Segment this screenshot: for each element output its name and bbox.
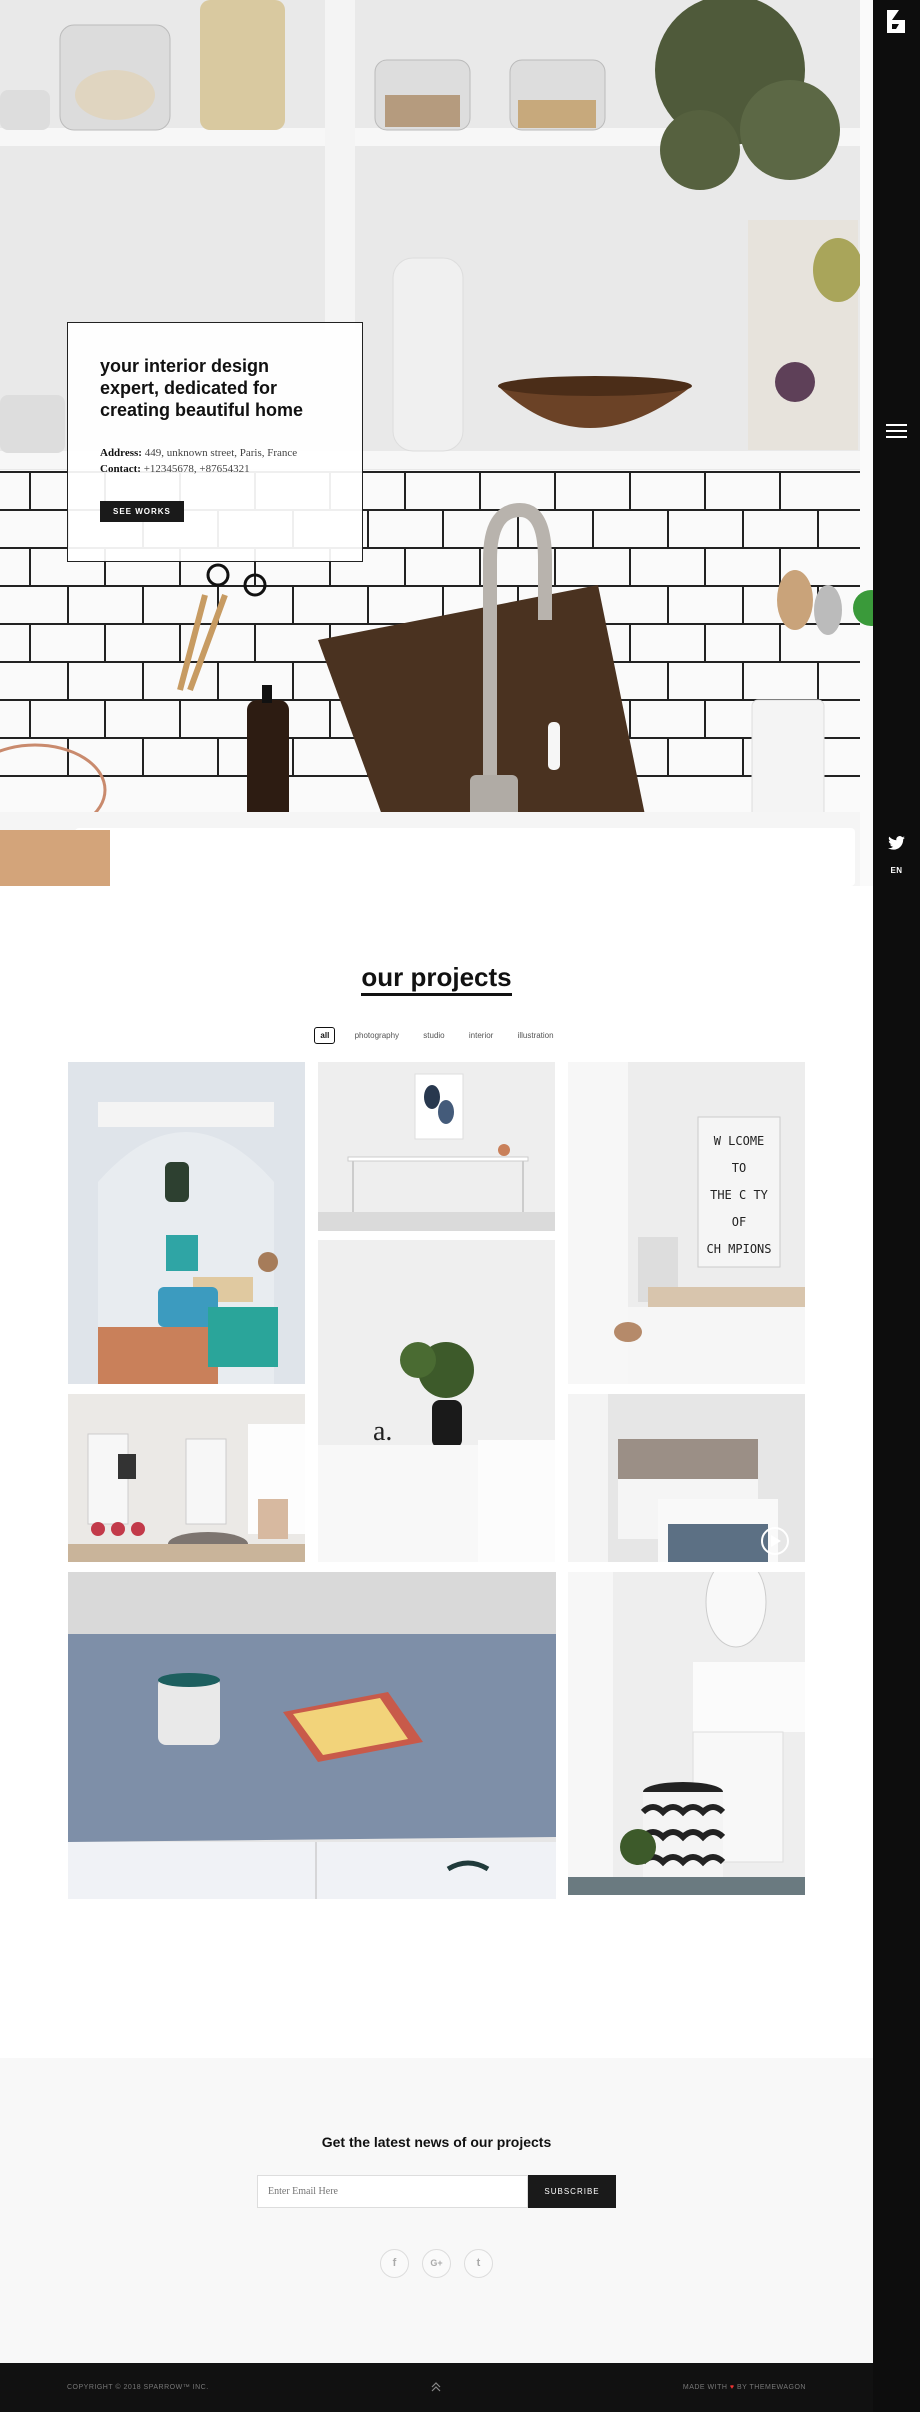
made-with-label: MADE WITH	[682, 2384, 728, 2391]
twitter-icon[interactable]: t	[464, 2249, 493, 2278]
console-table-image	[318, 1062, 555, 1231]
hero-info-card: your interior design expert, dedicated f…	[67, 322, 363, 562]
hero-title: your interior design expert, dedicated f…	[100, 356, 304, 420]
project-tile[interactable]: a.	[318, 1240, 555, 1562]
hero-section: your interior design expert, dedicated f…	[0, 0, 873, 886]
heart-icon: ♥	[729, 2384, 735, 2391]
filter-studio[interactable]: studio	[418, 1028, 449, 1043]
filter-illustration[interactable]: illustration	[513, 1028, 559, 1043]
filter-photography[interactable]: photography	[350, 1028, 404, 1043]
s-logo-icon[interactable]	[883, 8, 910, 35]
project-tile[interactable]	[68, 1394, 305, 1562]
project-tile[interactable]	[568, 1572, 805, 1895]
contact-value: +12345678, +87654321	[143, 463, 250, 475]
language-switch[interactable]: EN	[873, 866, 920, 875]
footer: COPYRIGHT © 2018 SPARROW™ INC. MADE WITH…	[0, 2363, 873, 2412]
filter-all[interactable]: all	[314, 1027, 336, 1044]
google-plus-icon[interactable]: G+	[422, 2249, 451, 2278]
copyright-text: COPYRIGHT © 2018 SPARROW™ INC.	[67, 2384, 209, 2391]
poster-line: W LCOME	[714, 1134, 765, 1148]
subscribe-button[interactable]: SUBSCRIBE	[528, 2175, 616, 2208]
address-value: 449, unknown street, Paris, France	[144, 447, 298, 459]
facebook-icon[interactable]: f	[380, 2249, 409, 2278]
made-by-label[interactable]: BY THEMEWAGON	[737, 2384, 806, 2391]
newsletter-section: Get the latest news of our projects SUBS…	[0, 2058, 873, 2363]
newsletter-title: Get the latest news of our projects	[321, 2134, 552, 2150]
poster-line: OF	[732, 1215, 746, 1229]
moroccan-room-image	[68, 1062, 305, 1384]
project-filters: all photography studio interior illustra…	[0, 1027, 873, 1044]
project-tile[interactable]	[68, 1062, 305, 1384]
hamburger-menu-icon[interactable]	[886, 424, 907, 438]
projects-title: our projects	[0, 962, 873, 996]
email-input[interactable]	[257, 2175, 528, 2208]
contact-label: Contact:	[100, 463, 141, 475]
poster-line: THE C TY	[710, 1188, 769, 1202]
hero-contact: Contact: +12345678, +87654321	[100, 463, 330, 475]
svg-text:a.: a.	[373, 1416, 392, 1447]
poster-line: TO	[732, 1161, 746, 1175]
page: your interior design expert, dedicated f…	[0, 0, 920, 2412]
project-tile[interactable]	[68, 1572, 556, 1899]
bathroom-cabinet-image	[568, 1572, 805, 1895]
chevron-up-icon[interactable]	[430, 2381, 442, 2393]
address-label: Address:	[100, 447, 142, 459]
see-works-button[interactable]: SEE WORKS	[100, 501, 184, 522]
poster-line: CH MPIONS	[706, 1242, 771, 1256]
project-tile[interactable]	[318, 1062, 555, 1231]
project-tile[interactable]	[568, 1394, 805, 1562]
project-tile[interactable]: W LCOME TO THE C TY OF CH MPIONS	[568, 1062, 805, 1384]
filter-interior[interactable]: interior	[464, 1028, 498, 1043]
kids-room-image	[68, 1394, 305, 1562]
desk-mug-notebook-image	[68, 1572, 556, 1899]
made-with-text: MADE WITH ♥ BY THEMEWAGON	[683, 2384, 806, 2391]
bedroom-poster-image: W LCOME TO THE C TY OF CH MPIONS	[568, 1062, 805, 1384]
bonsai-plant-image: a.	[318, 1240, 555, 1562]
hero-address: Address: 449, unknown street, Paris, Fra…	[100, 447, 330, 459]
right-sidebar: EN	[873, 0, 920, 2412]
twitter-icon[interactable]	[888, 836, 905, 850]
kitchen-island-image	[568, 1394, 805, 1562]
